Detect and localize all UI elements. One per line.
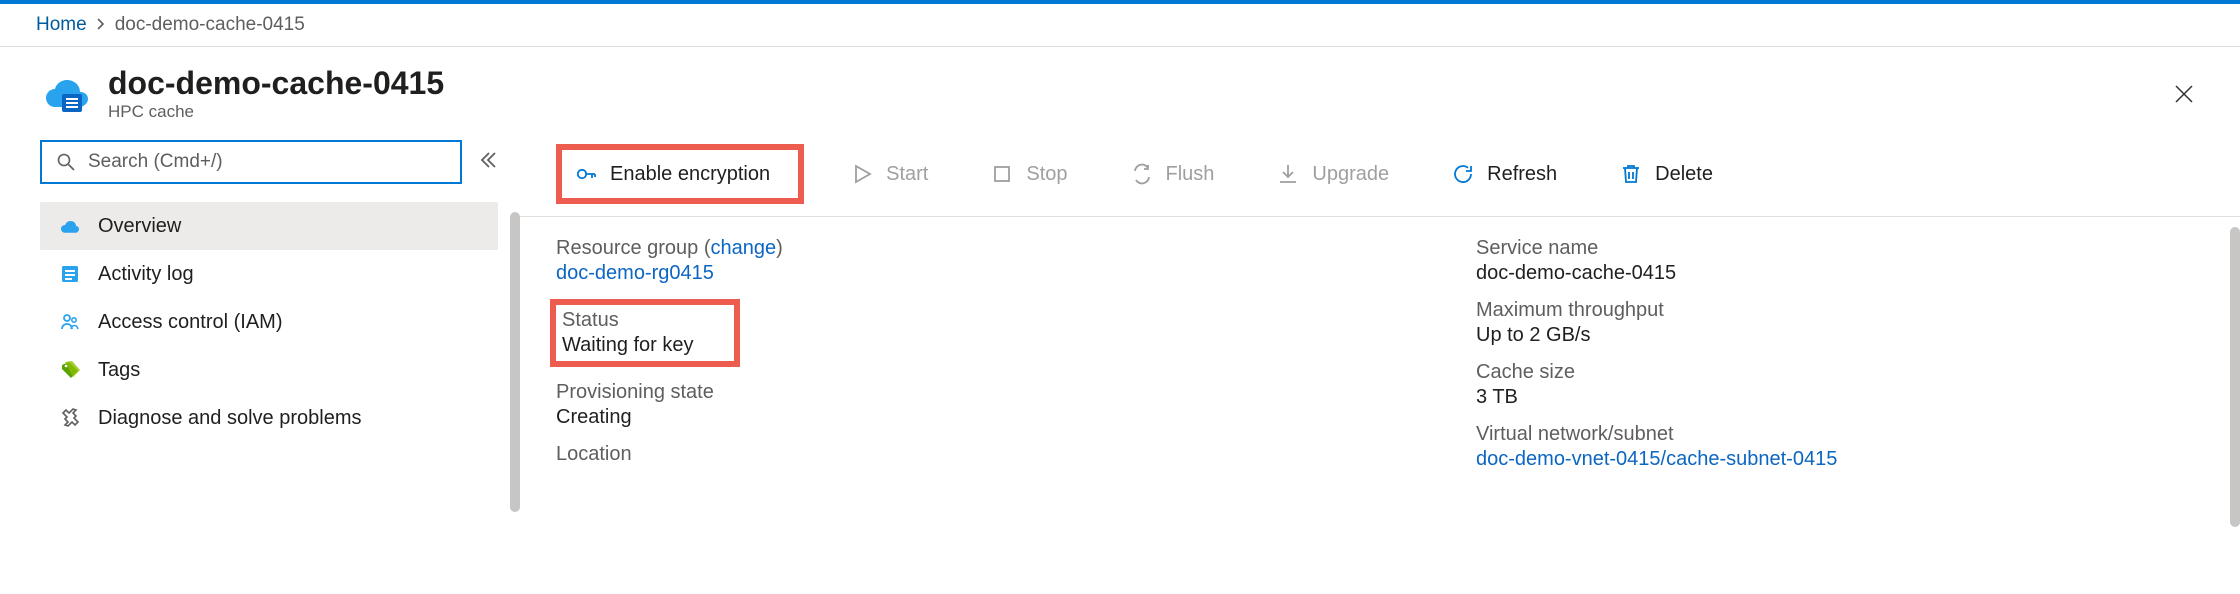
breadcrumb: Home doc-demo-cache-0415 [0,4,2240,47]
status-value: Waiting for key [556,334,694,357]
prop-label: Status [556,309,694,332]
breadcrumb-home[interactable]: Home [36,14,87,36]
prop-label: Maximum throughput [1476,299,2194,322]
activity-log-icon [58,262,82,286]
sidebar-item-label: Tags [98,359,140,382]
sidebar-item-activity-log[interactable]: Activity log [40,250,498,298]
refresh-button[interactable]: Refresh [1435,152,1573,196]
search-input-wrap[interactable] [40,140,462,184]
page-header: doc-demo-cache-0415 HPC cache [0,47,2240,132]
sidebar-item-label: Access control (IAM) [98,311,282,334]
stop-button[interactable]: Stop [974,152,1083,196]
key-icon [574,162,598,186]
sidebar-item-diagnose[interactable]: Diagnose and solve problems [40,394,498,442]
cache-size-value: 3 TB [1476,386,2194,409]
toolbar: Enable encryption Start Stop Flush [520,132,2240,217]
cloud-icon [58,214,82,238]
prop-status: Status Waiting for key [556,309,694,357]
search-input[interactable] [88,151,448,173]
tags-icon [58,358,82,382]
access-control-icon [58,310,82,334]
button-label: Upgrade [1312,163,1389,186]
breadcrumb-current: doc-demo-cache-0415 [115,14,305,36]
enable-encryption-button[interactable]: Enable encryption [574,162,770,186]
prop-service-name: Service name doc-demo-cache-0415 [1476,237,2194,285]
prop-max-throughput: Maximum throughput Up to 2 GB/s [1476,299,2194,347]
page-title: doc-demo-cache-0415 [108,65,2164,102]
vnet-subnet-link[interactable]: doc-demo-vnet-0415/cache-subnet-0415 [1476,448,1837,470]
flush-button[interactable]: Flush [1114,152,1231,196]
annotation-highlight-status: Status Waiting for key [550,299,740,367]
sidebar: Overview Activity log Access control (IA… [0,132,520,592]
button-label: Enable encryption [610,163,770,186]
sidebar-item-tags[interactable]: Tags [40,346,498,394]
search-icon [54,150,78,174]
main-scrollbar[interactable] [2230,227,2240,527]
sidebar-scrollbar[interactable] [510,212,520,512]
delete-button[interactable]: Delete [1603,152,1729,196]
stop-icon [990,162,1014,186]
refresh-icon [1451,162,1475,186]
play-icon [850,162,874,186]
sidebar-item-access-control[interactable]: Access control (IAM) [40,298,498,346]
start-button[interactable]: Start [834,152,944,196]
trash-icon [1619,162,1643,186]
prop-cache-size: Cache size 3 TB [1476,361,2194,409]
flush-icon [1130,162,1154,186]
prop-label: Cache size [1476,361,2194,384]
download-icon [1276,162,1300,186]
annotation-highlight-enable-encryption: Enable encryption [556,144,804,204]
prop-location: Location [556,443,1436,466]
hpc-cache-icon [40,68,92,120]
provisioning-value: Creating [556,406,1436,429]
button-label: Refresh [1487,163,1557,186]
prop-vnet-subnet: Virtual network/subnet doc-demo-vnet-041… [1476,423,2194,471]
throughput-value: Up to 2 GB/s [1476,324,2194,347]
prop-label: Provisioning state [556,381,1436,404]
prop-label: Virtual network/subnet [1476,423,2194,446]
button-label: Flush [1166,163,1215,186]
diagnose-icon [58,406,82,430]
main-panel: Enable encryption Start Stop Flush [520,132,2240,592]
resource-group-link[interactable]: doc-demo-rg0415 [556,262,714,284]
page-subtitle: HPC cache [108,102,2164,122]
upgrade-button[interactable]: Upgrade [1260,152,1405,196]
close-button[interactable] [2164,74,2204,114]
sidebar-item-overview[interactable]: Overview [40,202,498,250]
collapse-sidebar-button[interactable] [478,149,496,175]
change-resource-group-link[interactable]: change [711,237,777,259]
sidebar-item-label: Activity log [98,263,194,286]
sidebar-item-label: Overview [98,215,181,238]
service-name-value: doc-demo-cache-0415 [1476,262,2194,285]
prop-label: Resource group [556,237,698,259]
prop-label: Service name [1476,237,2194,260]
sidebar-item-label: Diagnose and solve problems [98,407,362,430]
chevron-right-icon [95,14,107,36]
button-label: Start [886,163,928,186]
prop-label: Location [556,443,1436,466]
button-label: Delete [1655,163,1713,186]
prop-provisioning-state: Provisioning state Creating [556,381,1436,429]
button-label: Stop [1026,163,1067,186]
prop-resource-group: Resource group (change) doc-demo-rg0415 [556,237,1436,285]
